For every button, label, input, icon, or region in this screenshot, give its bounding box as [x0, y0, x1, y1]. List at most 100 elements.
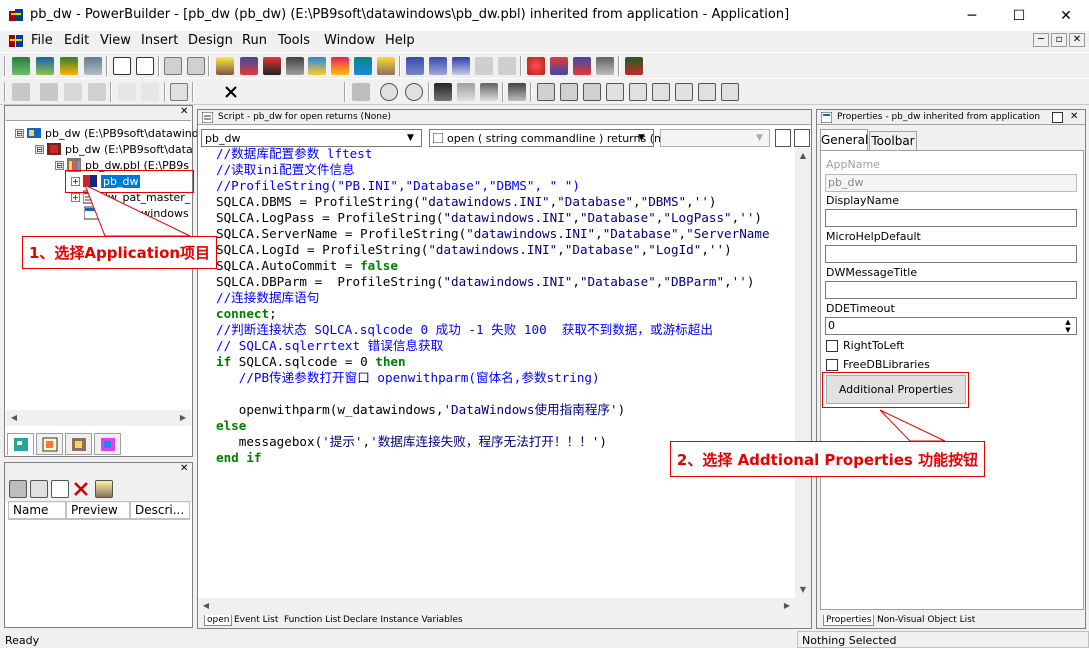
freedblibraries-checkbox[interactable]	[826, 359, 838, 371]
tab-general[interactable]: General	[820, 129, 868, 151]
menu-run[interactable]: Run	[242, 33, 267, 48]
tab-non-visual-objects[interactable]: Non-Visual Object List	[875, 615, 977, 625]
server-icon[interactable]	[498, 57, 516, 75]
script-vscrollbar[interactable]: ▲ ▼	[795, 148, 811, 598]
proxy-icon[interactable]	[475, 57, 493, 75]
menu-window[interactable]: Window	[324, 33, 375, 48]
dropdown-arrow-icon[interactable]: ▼	[638, 133, 645, 143]
collapse-icon[interactable]: ⊟	[35, 144, 44, 154]
scroll-left-icon[interactable]: ◀	[198, 598, 214, 614]
tab-function-list[interactable]: Function List	[282, 615, 343, 625]
lasso2-icon[interactable]	[405, 83, 423, 101]
scroll-up-icon[interactable]: ▲	[795, 148, 811, 164]
copy-clip-icon[interactable]	[9, 480, 27, 498]
pipeline-icon[interactable]	[354, 57, 372, 75]
redo-icon[interactable]	[141, 83, 159, 101]
tree-hscrollbar[interactable]: ◀ ▶	[6, 410, 191, 426]
transaction-icon[interactable]	[452, 57, 470, 75]
paste-sql-icon[interactable]	[508, 83, 526, 101]
properties-close-icon[interactable]: ✕	[1070, 111, 1078, 122]
delete-clip-icon[interactable]	[72, 480, 90, 498]
split-toggle-icon[interactable]	[794, 129, 810, 147]
clear-icon[interactable]	[222, 83, 240, 101]
microhelp-field[interactable]	[825, 245, 1077, 263]
object-dropdown[interactable]: pb_dw ▼	[201, 129, 422, 147]
undo-icon[interactable]	[118, 83, 136, 101]
export-icon[interactable]	[187, 57, 205, 75]
open-icon[interactable]	[60, 57, 78, 75]
properties-maximize-icon[interactable]	[1052, 112, 1063, 123]
tree-item-workspace[interactable]: ⊟ pb_dw (E:\PB9soft\datawind	[15, 125, 199, 141]
displayname-field[interactable]	[825, 209, 1077, 227]
display-clip-icon[interactable]	[51, 480, 69, 498]
import-icon[interactable]	[164, 57, 182, 75]
tab-system-tree[interactable]	[7, 433, 34, 455]
deploy-icon[interactable]	[429, 57, 447, 75]
menu-tools[interactable]: Tools	[278, 33, 310, 48]
event-dropdown[interactable]: open ( string commandline ) returns (non…	[429, 129, 675, 147]
paste-clip-icon[interactable]	[30, 480, 48, 498]
run-icon[interactable]	[550, 57, 568, 75]
paste-special-icon[interactable]	[721, 83, 739, 101]
menu-insert[interactable]: Insert	[141, 33, 178, 48]
additional-properties-button[interactable]: Additional Properties	[826, 375, 966, 404]
paste-local-icon[interactable]	[698, 83, 716, 101]
document-app-icon[interactable]	[8, 33, 24, 49]
debug-icon[interactable]	[263, 57, 281, 75]
menu-view[interactable]: View	[100, 33, 131, 48]
paste-object-icon[interactable]	[606, 83, 624, 101]
paste-icon[interactable]	[88, 83, 106, 101]
scroll-down-icon[interactable]: ▼	[795, 582, 811, 598]
binoculars-icon[interactable]	[434, 83, 452, 101]
tab-open[interactable]: open	[204, 615, 233, 626]
paste-global-icon[interactable]	[583, 83, 601, 101]
menu-design[interactable]: Design	[188, 33, 233, 48]
tab-toolbar[interactable]: Toolbar	[869, 131, 917, 151]
tab-output[interactable]	[65, 433, 92, 455]
find-next-icon[interactable]	[457, 83, 475, 101]
step-icon[interactable]	[573, 57, 591, 75]
new-icon[interactable]	[12, 57, 30, 75]
tree-item-target[interactable]: ⊟ pb_dw (E:\PB9soft\data	[35, 141, 193, 157]
tab-todo[interactable]	[94, 433, 121, 455]
paste-function-icon[interactable]	[537, 83, 555, 101]
exit-icon[interactable]	[625, 57, 643, 75]
mdi-minimize-button[interactable]: ─	[1033, 33, 1049, 47]
cut-icon[interactable]	[40, 83, 58, 101]
close-button[interactable]: ✕	[1043, 0, 1089, 31]
save-icon[interactable]	[12, 83, 30, 101]
inherit-icon[interactable]	[36, 57, 54, 75]
ancestor-dropdown[interactable]: ▼	[660, 129, 770, 147]
script-hscrollbar[interactable]: ◀ ▶	[198, 598, 811, 614]
library-icon[interactable]	[216, 57, 234, 75]
paste-argument-icon[interactable]	[675, 83, 693, 101]
component-icon[interactable]	[406, 57, 424, 75]
db-profile-icon[interactable]	[308, 57, 326, 75]
dropdown-arrow-icon[interactable]: ▼	[407, 133, 414, 143]
tab-event-list[interactable]: Event List	[232, 615, 280, 625]
expand-icon[interactable]: +	[71, 192, 80, 202]
maximize-button[interactable]: ☐	[996, 0, 1042, 31]
bank-icon[interactable]	[286, 57, 304, 75]
stop-icon[interactable]	[527, 57, 545, 75]
minimize-button[interactable]: ─	[949, 0, 995, 31]
rename-clip-icon[interactable]	[95, 480, 113, 498]
dwmessagetitle-field[interactable]	[825, 281, 1077, 299]
scroll-left-icon[interactable]: ◀	[6, 410, 22, 426]
menu-file[interactable]: File	[31, 33, 53, 48]
tab-properties[interactable]: Properties	[823, 615, 875, 626]
step-over-icon[interactable]	[596, 57, 614, 75]
script-code[interactable]: //数据库配置参数 lftest//读取ini配置文件信息//ProfileSt…	[216, 146, 770, 466]
lasso-icon[interactable]	[380, 83, 398, 101]
dropdown-arrow-icon[interactable]: ▼	[756, 133, 763, 143]
panel-close-icon[interactable]: ✕	[180, 463, 188, 474]
edit-icon[interactable]	[377, 57, 395, 75]
menu-help[interactable]: Help	[385, 33, 415, 48]
build-icon[interactable]	[240, 57, 258, 75]
tab-clip-window[interactable]	[36, 433, 63, 455]
paste-statement-icon[interactable]	[560, 83, 578, 101]
search-icon[interactable]	[84, 57, 102, 75]
spin-up-icon[interactable]: ▲	[1060, 318, 1076, 326]
tree-item-window[interactable]: w_datawindows	[84, 205, 189, 221]
select-all-icon[interactable]	[170, 83, 188, 101]
